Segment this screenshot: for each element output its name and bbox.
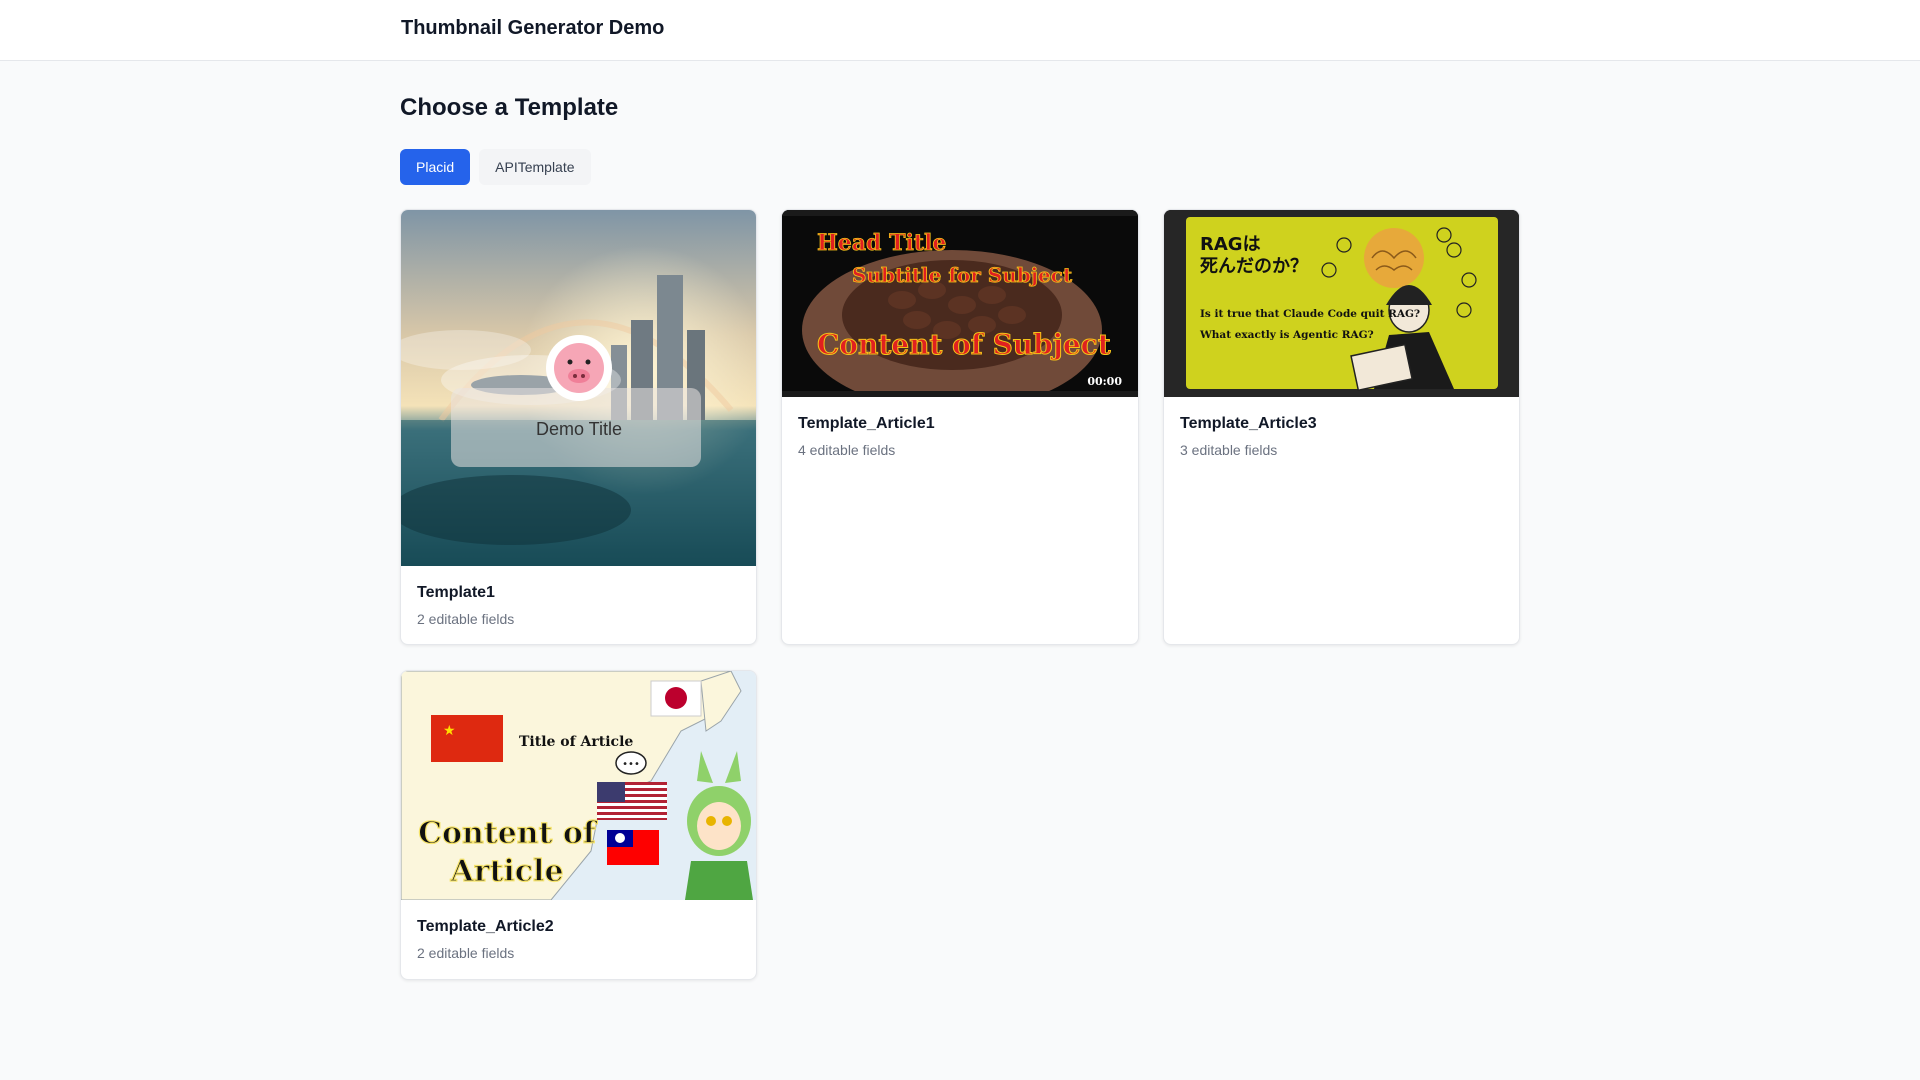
speech-bubble-icon: ••• bbox=[615, 751, 647, 775]
thumb-demo-title: Demo Title bbox=[536, 419, 622, 439]
template-name: Template_Article3 bbox=[1180, 415, 1317, 432]
template-name: Template_Article1 bbox=[798, 415, 935, 432]
thumb-content-line2: Article bbox=[449, 854, 563, 889]
app-title: Thumbnail Generator Demo bbox=[401, 17, 665, 39]
thumb-content-line1: Content of bbox=[418, 816, 598, 851]
template-name: Template1 bbox=[417, 584, 495, 601]
tab-apitemplate[interactable]: APITemplate bbox=[479, 149, 591, 185]
thumb-subtitle: Subtitle for Subject bbox=[852, 263, 1073, 287]
usa-flag-icon bbox=[597, 782, 667, 820]
template-card-template1[interactable]: Demo Title Template1 2 editable fields bbox=[400, 209, 757, 645]
template-card-article1[interactable]: Head Title Subtitle for Subject Content … bbox=[781, 209, 1139, 645]
template-thumbnail: Demo Title bbox=[401, 210, 756, 566]
editable-fields-count: 3 editable fields bbox=[1180, 442, 1278, 458]
china-flag-icon: ★ bbox=[431, 715, 503, 762]
template-card-article2[interactable]: ★ ••• Title of Article Content of Articl… bbox=[400, 670, 757, 980]
tab-placid[interactable]: Placid bbox=[400, 149, 471, 185]
taiwan-flag-icon bbox=[607, 830, 659, 865]
template-thumbnail: Head Title Subtitle for Subject Content … bbox=[782, 210, 1138, 397]
thumb-content: Content of Subject bbox=[817, 328, 1111, 361]
page-title: Choose a Template bbox=[400, 94, 619, 121]
thumb-title-line1: RAGは bbox=[1200, 234, 1261, 255]
thumb-question2: What exactly is Agentic RAG? bbox=[1199, 329, 1374, 341]
template-name: Template_Article2 bbox=[417, 918, 554, 935]
provider-tabs: Placid APITemplate bbox=[400, 149, 591, 185]
template-thumbnail: ★ ••• Title of Article Content of Articl… bbox=[401, 671, 756, 900]
svg-text:•••: ••• bbox=[622, 759, 640, 770]
top-bar: Thumbnail Generator Demo bbox=[0, 0, 1920, 61]
svg-text:★: ★ bbox=[443, 723, 456, 739]
thumb-timestamp: 00:00 bbox=[1087, 375, 1122, 388]
japan-flag-icon bbox=[650, 680, 702, 717]
thumb-head-title: Head Title bbox=[817, 230, 946, 256]
template-card-article3[interactable]: RAGは 死んだのか？ Is it true that Claude Code … bbox=[1163, 209, 1520, 645]
thumb-title-line2: 死んだのか？ bbox=[1200, 256, 1308, 277]
template-thumbnail: RAGは 死んだのか？ Is it true that Claude Code … bbox=[1164, 210, 1519, 397]
thumb-question1: Is it true that Claude Code quit RAG? bbox=[1200, 308, 1420, 320]
thumb-article-title: Title of Article bbox=[519, 734, 633, 750]
editable-fields-count: 2 editable fields bbox=[417, 945, 515, 961]
editable-fields-count: 4 editable fields bbox=[798, 442, 896, 458]
editable-fields-count: 2 editable fields bbox=[417, 611, 515, 627]
